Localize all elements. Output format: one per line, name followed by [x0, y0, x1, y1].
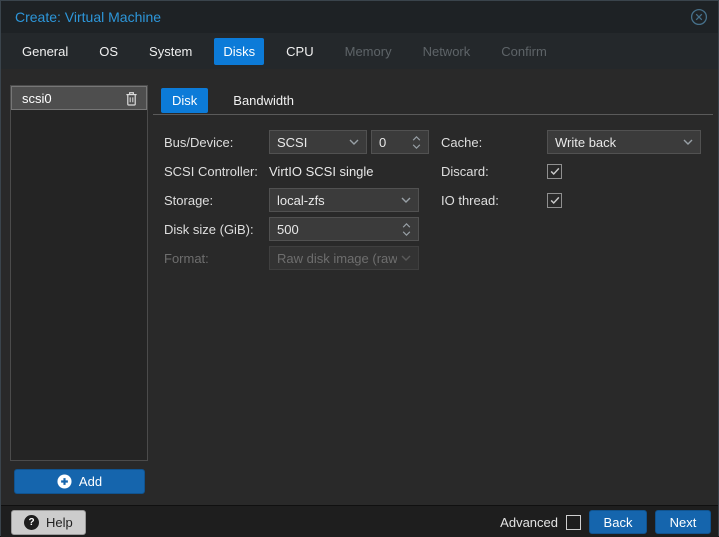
bus-select[interactable]: SCSI [269, 130, 367, 154]
cache-row: Cache: Write back [441, 130, 703, 154]
cache-select[interactable]: Write back [547, 130, 701, 154]
tab-memory: Memory [344, 43, 392, 59]
disk-list-item-scsi0[interactable]: scsi0 [11, 86, 147, 110]
wizard-tabbar: General OS System Disks CPU Memory Netwo… [1, 33, 718, 69]
plus-circle-icon [57, 474, 72, 489]
form-left-column: Bus/Device: SCSI 0 SCSI Controller: Virt… [164, 130, 434, 275]
spinner-arrows-icon[interactable] [412, 135, 421, 149]
chevron-down-icon [683, 139, 693, 145]
chevron-down-icon [349, 139, 359, 145]
storage-select[interactable]: local-zfs [269, 188, 419, 212]
scsi-controller-label: SCSI Controller: [164, 163, 258, 179]
discard-label: Discard: [441, 163, 489, 179]
tab-network: Network [422, 43, 471, 59]
dialog-title: Create: Virtual Machine [15, 9, 162, 25]
disks-panel: scsi0 Add Disk Bandwidth Bus/Device: SCS… [1, 69, 718, 505]
storage-label: Storage: [164, 192, 214, 208]
add-disk-button[interactable]: Add [14, 469, 145, 494]
tab-confirm: Confirm [501, 43, 547, 59]
tab-disks[interactable]: Disks [214, 37, 265, 65]
bus-device-row: Bus/Device: SCSI 0 [164, 130, 434, 154]
discard-row: Discard: [441, 159, 703, 183]
question-circle-icon: ? [24, 515, 39, 530]
format-row: Format: Raw disk image (raw [164, 246, 434, 270]
disk-list: scsi0 [10, 85, 148, 461]
io-thread-label: IO thread: [441, 192, 499, 208]
chevron-down-icon [401, 255, 411, 261]
tab-general[interactable]: General [13, 38, 77, 65]
next-button-label: Next [669, 514, 697, 530]
bus-device-label: Bus/Device: [164, 134, 234, 150]
back-button-label: Back [603, 514, 633, 530]
chevron-down-icon [401, 197, 411, 203]
io-thread-checkbox[interactable] [547, 192, 562, 208]
scsi-controller-row: SCSI Controller: VirtIO SCSI single [164, 159, 434, 183]
format-select-disabled: Raw disk image (raw [269, 246, 419, 270]
next-button[interactable]: Next [655, 510, 711, 534]
tab-os[interactable]: OS [90, 38, 127, 65]
device-number-stepper[interactable]: 0 [371, 130, 429, 154]
back-button[interactable]: Back [589, 510, 647, 534]
format-label: Format: [164, 250, 209, 266]
tab-system[interactable]: System [140, 38, 201, 65]
close-icon[interactable] [690, 8, 708, 26]
storage-row: Storage: local-zfs [164, 188, 434, 212]
scsi-controller-value: VirtIO SCSI single [269, 163, 374, 179]
spinner-arrows-icon[interactable] [402, 222, 411, 236]
advanced-label: Advanced [500, 514, 558, 530]
disk-size-row: Disk size (GiB): 500 [164, 217, 434, 241]
cache-label: Cache: [441, 134, 483, 150]
subtab-disk[interactable]: Disk [161, 88, 209, 113]
disk-subtabs: Disk Bandwidth [153, 88, 713, 115]
disk-size-stepper[interactable]: 500 [269, 217, 419, 241]
disk-item-label: scsi0 [22, 90, 52, 106]
footer-actions: Advanced Back Next [500, 510, 711, 534]
help-button-label: Help [46, 515, 73, 530]
discard-checkbox[interactable] [547, 163, 562, 179]
advanced-checkbox[interactable] [566, 514, 581, 530]
dialog-footer: ? Help Advanced Back Next [1, 505, 718, 537]
add-button-label: Add [78, 474, 103, 489]
dialog-titlebar: Create: Virtual Machine [1, 1, 718, 33]
help-button[interactable]: ? Help [11, 510, 86, 535]
disk-size-label: Disk size (GiB): [164, 221, 254, 237]
io-thread-row: IO thread: [441, 188, 703, 212]
subtab-bandwidth[interactable]: Bandwidth [222, 88, 305, 113]
form-right-column: Cache: Write back Discard: IO thread: [441, 130, 703, 217]
tab-cpu[interactable]: CPU [277, 38, 322, 65]
create-vm-dialog: Create: Virtual Machine General OS Syste… [0, 0, 719, 537]
trash-icon[interactable] [125, 91, 138, 106]
